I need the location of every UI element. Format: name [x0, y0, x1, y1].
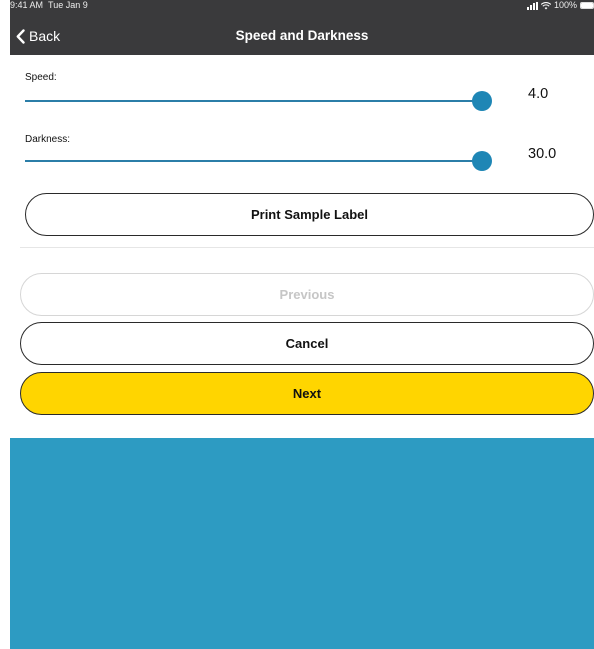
cancel-button-text: Cancel	[285, 336, 329, 351]
darkness-value: 30.0	[528, 146, 557, 162]
speed-label: Speed:	[25, 72, 57, 83]
darkness-slider-thumb[interactable]	[472, 151, 492, 171]
cancel-button[interactable]: Cancel	[20, 322, 594, 365]
section-divider	[20, 247, 594, 248]
status-bar-left: 9:41 AM Tue Jan 9	[10, 0, 88, 11]
print-sample-label-button[interactable]: Print Sample Label	[25, 193, 594, 236]
darkness-slider-track[interactable]	[25, 160, 482, 162]
speed-value: 4.0	[528, 86, 549, 102]
status-date: Tue Jan 9	[48, 0, 88, 10]
top-bar: 9:41 AM Tue Jan 9 100% Back Speed and Da…	[10, 0, 594, 55]
status-bar-right: 100%	[526, 0, 594, 11]
darkness-label: Darkness:	[25, 134, 71, 145]
page-title: Speed and Darkness	[235, 28, 369, 43]
battery-icon	[580, 2, 594, 9]
next-button[interactable]: Next	[20, 372, 594, 415]
previous-button-text: Previous	[279, 287, 335, 302]
app-screen: 9:41 AM Tue Jan 9 100% Back Speed and Da…	[10, 0, 594, 649]
cellular-signal-icon	[526, 1, 538, 10]
bottom-blue-panel	[10, 438, 594, 649]
battery-percent: 100%	[553, 0, 577, 10]
status-time: 9:41 AM	[10, 0, 44, 10]
previous-button[interactable]: Previous	[20, 273, 594, 316]
print-sample-label-text: Print Sample Label	[250, 207, 369, 222]
wifi-icon	[540, 1, 551, 9]
speed-slider-track[interactable]	[25, 100, 482, 102]
speed-slider-thumb[interactable]	[472, 91, 492, 111]
next-button-text: Next	[292, 386, 322, 401]
